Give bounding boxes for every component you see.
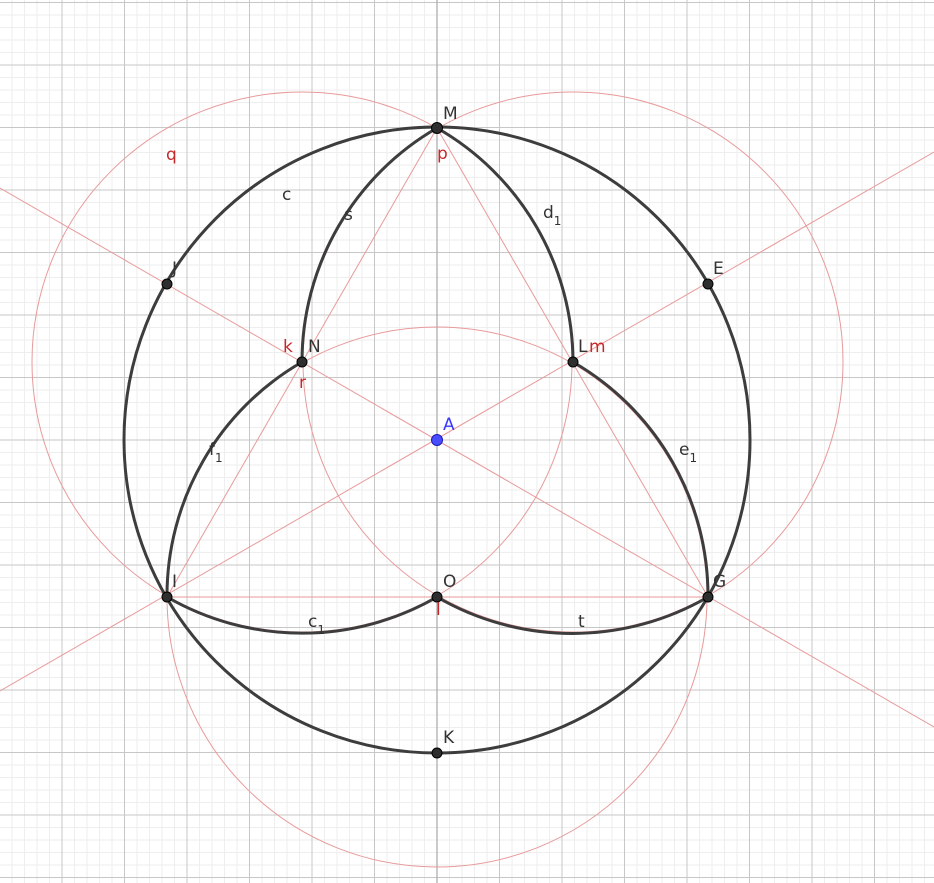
label-t: t <box>578 612 585 632</box>
point-g[interactable] <box>702 591 714 603</box>
point-n[interactable] <box>296 356 308 368</box>
label-point-k: K <box>443 728 455 748</box>
label-point-o: O <box>443 572 456 592</box>
label-s: s <box>344 205 353 225</box>
geometry-canvas[interactable]: M E J N L A I O G K c s d1 e1 f1 c1 t q … <box>0 0 934 883</box>
point-e[interactable] <box>702 278 714 290</box>
point-labels: M E J N L A I O G K <box>171 104 726 748</box>
label-point-i: I <box>172 572 177 592</box>
label-c: c <box>282 185 291 205</box>
label-q: q <box>166 145 177 165</box>
label-point-m: M <box>443 104 458 124</box>
label-point-l: L <box>578 337 588 357</box>
line-k[interactable] <box>0 187 934 728</box>
label-point-g: G <box>713 572 726 592</box>
label-l: l <box>436 600 441 620</box>
point-j[interactable] <box>161 278 173 290</box>
point-i[interactable] <box>161 591 173 603</box>
point-k[interactable] <box>431 747 443 759</box>
label-point-a: A <box>443 415 455 435</box>
label-point-e: E <box>713 259 724 279</box>
label-k: k <box>283 337 293 357</box>
label-p: p <box>437 144 448 164</box>
label-f1: f1 <box>209 440 223 465</box>
label-point-j: J <box>171 259 177 279</box>
label-point-n: N <box>308 337 321 357</box>
point-a[interactable] <box>431 434 443 446</box>
label-r: r <box>299 373 306 393</box>
label-d1: d1 <box>543 203 561 228</box>
point-m[interactable] <box>431 122 443 134</box>
label-e1: e1 <box>679 440 697 465</box>
point-l[interactable] <box>567 356 579 368</box>
label-m: m <box>589 337 606 357</box>
